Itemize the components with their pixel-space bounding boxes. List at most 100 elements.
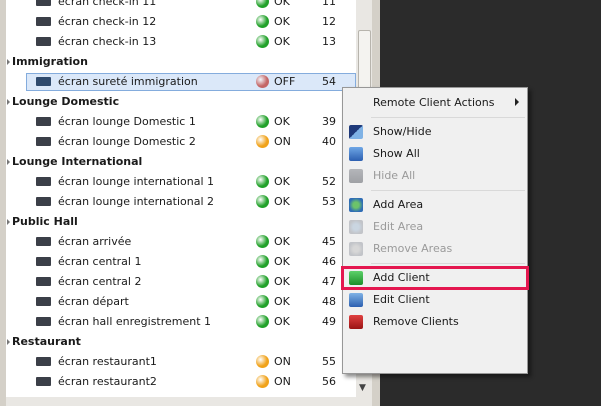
client-row[interactable]: écran hall enregistrement 1 OK 49 xyxy=(6,312,356,332)
client-name: écran départ xyxy=(58,295,129,308)
expand-caret-icon[interactable] xyxy=(7,219,10,225)
client-id: 54 xyxy=(322,75,336,88)
status-label: OK xyxy=(274,175,290,188)
client-row[interactable]: écran arrivée OK 45 xyxy=(6,232,356,252)
group-row[interactable]: Immigration xyxy=(6,52,356,72)
menu-item-add-area[interactable]: Add Area xyxy=(343,194,527,216)
status-dot-icon xyxy=(256,295,269,308)
client-row[interactable]: écran lounge Domestic 1 OK 39 xyxy=(6,112,356,132)
client-row[interactable]: écran restaurant2 ON 56 xyxy=(6,372,356,392)
status-label: OK xyxy=(274,295,290,308)
expand-caret-icon[interactable] xyxy=(7,99,10,105)
menu-separator xyxy=(371,190,525,191)
edit-area-icon xyxy=(349,220,363,234)
status-dot-icon xyxy=(256,375,269,388)
add-area-icon xyxy=(349,198,363,212)
horizontal-scrollbar[interactable] xyxy=(6,397,372,406)
client-row[interactable]: écran restaurant1 ON 55 xyxy=(6,352,356,372)
client-row[interactable]: écran lounge international 2 OK 53 xyxy=(6,192,356,212)
status-label: OK xyxy=(274,15,290,28)
client-id: 49 xyxy=(322,315,336,328)
status-dot-icon xyxy=(256,0,269,8)
client-id: 46 xyxy=(322,255,336,268)
group-row[interactable]: Restaurant xyxy=(6,332,356,352)
client-row[interactable]: écran lounge international 1 OK 52 xyxy=(6,172,356,192)
client-row[interactable]: écran central 2 OK 47 xyxy=(6,272,356,292)
client-id: 12 xyxy=(322,15,336,28)
status-label: ON xyxy=(274,355,291,368)
expand-caret-icon[interactable] xyxy=(7,59,10,65)
monitor-icon xyxy=(36,117,51,126)
status-label: OK xyxy=(274,35,290,48)
client-name: écran hall enregistrement 1 xyxy=(58,315,212,328)
group-row[interactable]: Public Hall xyxy=(6,212,356,232)
status-dot-icon xyxy=(256,175,269,188)
group-row[interactable]: Lounge International xyxy=(6,152,356,172)
menu-item-show-all[interactable]: Show All xyxy=(343,143,527,165)
status-label: ON xyxy=(274,375,291,388)
monitor-icon xyxy=(36,17,51,26)
client-id: 39 xyxy=(322,115,336,128)
client-name: écran lounge international 1 xyxy=(58,175,215,188)
client-row[interactable]: écran départ OK 48 xyxy=(6,292,356,312)
status-label: OK xyxy=(274,195,290,208)
menu-item-remote-client-actions[interactable]: Remote Client Actions xyxy=(343,92,527,114)
menu-item-label: Remote Client Actions xyxy=(373,96,495,109)
status-dot-icon xyxy=(256,135,269,148)
status-dot-icon xyxy=(256,315,269,328)
client-name: écran lounge Domestic 2 xyxy=(58,135,196,148)
status-dot-icon xyxy=(256,195,269,208)
menu-item-label: Show All xyxy=(373,147,420,160)
client-name: écran check-in 11 xyxy=(58,0,157,8)
menu-item-edit-area[interactable]: Edit Area xyxy=(343,216,527,238)
remove-clients-icon xyxy=(349,315,363,329)
status-dot-icon xyxy=(256,275,269,288)
monitor-icon xyxy=(36,0,51,6)
submenu-arrow-icon xyxy=(515,98,519,106)
status-dot-icon xyxy=(256,355,269,368)
menu-item-label: Remove Areas xyxy=(373,242,453,255)
client-name: écran central 2 xyxy=(58,275,142,288)
menu-item-label: Edit Client xyxy=(373,293,430,306)
menu-item-show-hide[interactable]: Show/Hide xyxy=(343,121,527,143)
client-id: 55 xyxy=(322,355,336,368)
monitor-icon xyxy=(36,77,51,86)
client-row[interactable]: écran check-in 11 OK 11 xyxy=(6,0,356,12)
menu-item-add-client[interactable]: Add Client xyxy=(341,266,529,290)
status-label: OFF xyxy=(274,75,296,88)
client-row[interactable]: écran check-in 12 OK 12 xyxy=(6,12,356,32)
monitor-icon xyxy=(36,297,51,306)
group-row[interactable]: Lounge Domestic xyxy=(6,92,356,112)
client-row[interactable]: écran check-in 13 OK 13 xyxy=(6,32,356,52)
show-all-icon xyxy=(349,147,363,161)
monitor-icon xyxy=(36,317,51,326)
menu-item-label: Hide All xyxy=(373,169,416,182)
monitor-icon xyxy=(36,177,51,186)
status-label: OK xyxy=(274,255,290,268)
client-row[interactable]: écran central 1 OK 46 xyxy=(6,252,356,272)
monitor-icon xyxy=(36,237,51,246)
client-id: 11 xyxy=(322,0,336,8)
client-row[interactable]: écran lounge Domestic 2 ON 40 xyxy=(6,132,356,152)
client-id: 45 xyxy=(322,235,336,248)
menu-item-hide-all[interactable]: Hide All xyxy=(343,165,527,187)
status-label: ON xyxy=(274,135,291,148)
status-dot-icon xyxy=(256,15,269,28)
client-id: 47 xyxy=(322,275,336,288)
status-dot-icon xyxy=(256,115,269,128)
client-id: 56 xyxy=(322,375,336,388)
expand-caret-icon[interactable] xyxy=(7,159,10,165)
edit-client-icon xyxy=(349,293,363,307)
menu-item-remove-areas[interactable]: Remove Areas xyxy=(343,238,527,260)
scroll-down-arrow-icon[interactable]: ▼ xyxy=(359,383,366,393)
client-row-selected[interactable]: écran sureté immigration OFF 54 xyxy=(6,72,356,92)
menu-item-remove-clients[interactable]: Remove Clients xyxy=(343,311,527,333)
group-label: Immigration xyxy=(12,55,88,68)
menu-item-edit-client[interactable]: Edit Client xyxy=(343,289,527,311)
context-menu: Remote Client Actions Show/Hide Show All Hi… xyxy=(341,87,529,374)
status-label: OK xyxy=(274,275,290,288)
highlight-annotation xyxy=(341,266,529,290)
expand-caret-icon[interactable] xyxy=(7,339,10,345)
client-name: écran check-in 12 xyxy=(58,15,157,28)
monitor-icon xyxy=(36,197,51,206)
